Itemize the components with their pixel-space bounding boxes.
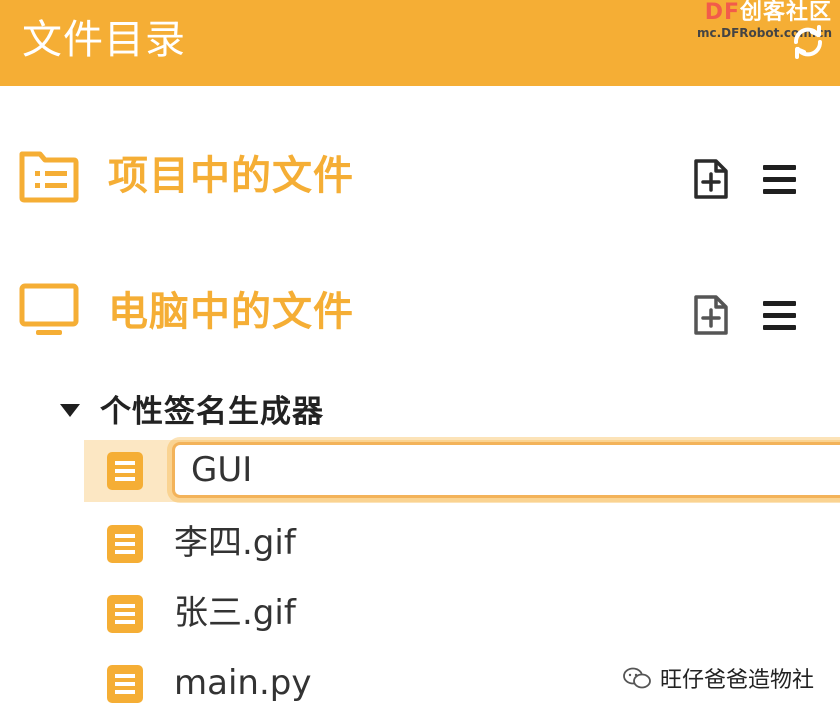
add-file-button-computer[interactable] bbox=[690, 294, 732, 336]
section-computer-files: 电脑中的文件 bbox=[0, 272, 840, 352]
watermark-brand-prefix: DF bbox=[704, 0, 740, 25]
section-title-computer: 电脑中的文件 bbox=[108, 289, 354, 335]
refresh-icon bbox=[793, 25, 823, 59]
monitor-icon bbox=[19, 283, 79, 335]
file-add-icon bbox=[694, 295, 728, 335]
header-bar: 文件目录 DF创客社区 mc.DFRobot.com.cn bbox=[0, 0, 840, 86]
tree-file-row[interactable]: main.py bbox=[84, 652, 840, 714]
menu-button-computer[interactable] bbox=[760, 296, 800, 336]
caret-down-icon[interactable] bbox=[60, 404, 80, 417]
tree-file-row[interactable]: 张三.gif bbox=[84, 582, 840, 644]
page-title: 文件目录 bbox=[22, 17, 186, 63]
tree-file-name: 张三.gif bbox=[174, 593, 296, 633]
tree-folder-name: 个性签名生成器 bbox=[100, 394, 324, 430]
tree-folder[interactable]: 个性签名生成器 bbox=[56, 390, 456, 434]
section-project-files: 项目中的文件 bbox=[0, 136, 840, 216]
file-directory-panel: 文件目录 DF创客社区 mc.DFRobot.com.cn 项目中的文件 电脑中… bbox=[0, 0, 840, 715]
file-document-icon bbox=[107, 525, 143, 563]
tree-file-row-selected[interactable] bbox=[84, 440, 840, 502]
file-document-icon bbox=[107, 595, 143, 633]
file-add-icon bbox=[694, 159, 728, 199]
tree-file-row[interactable]: 李四.gif bbox=[84, 512, 840, 574]
menu-button-project[interactable] bbox=[760, 160, 800, 200]
add-file-button-project[interactable] bbox=[690, 158, 732, 200]
refresh-button[interactable] bbox=[786, 20, 830, 64]
tree-file-name: 李四.gif bbox=[174, 523, 296, 563]
rename-input[interactable] bbox=[172, 442, 840, 498]
hamburger-menu-icon bbox=[763, 301, 796, 330]
folder-list-icon bbox=[19, 151, 79, 203]
tree-file-name: main.py bbox=[174, 663, 312, 703]
file-document-icon bbox=[107, 665, 143, 703]
file-document-icon bbox=[107, 452, 143, 490]
section-title-project: 项目中的文件 bbox=[108, 153, 354, 199]
hamburger-menu-icon bbox=[763, 165, 796, 194]
